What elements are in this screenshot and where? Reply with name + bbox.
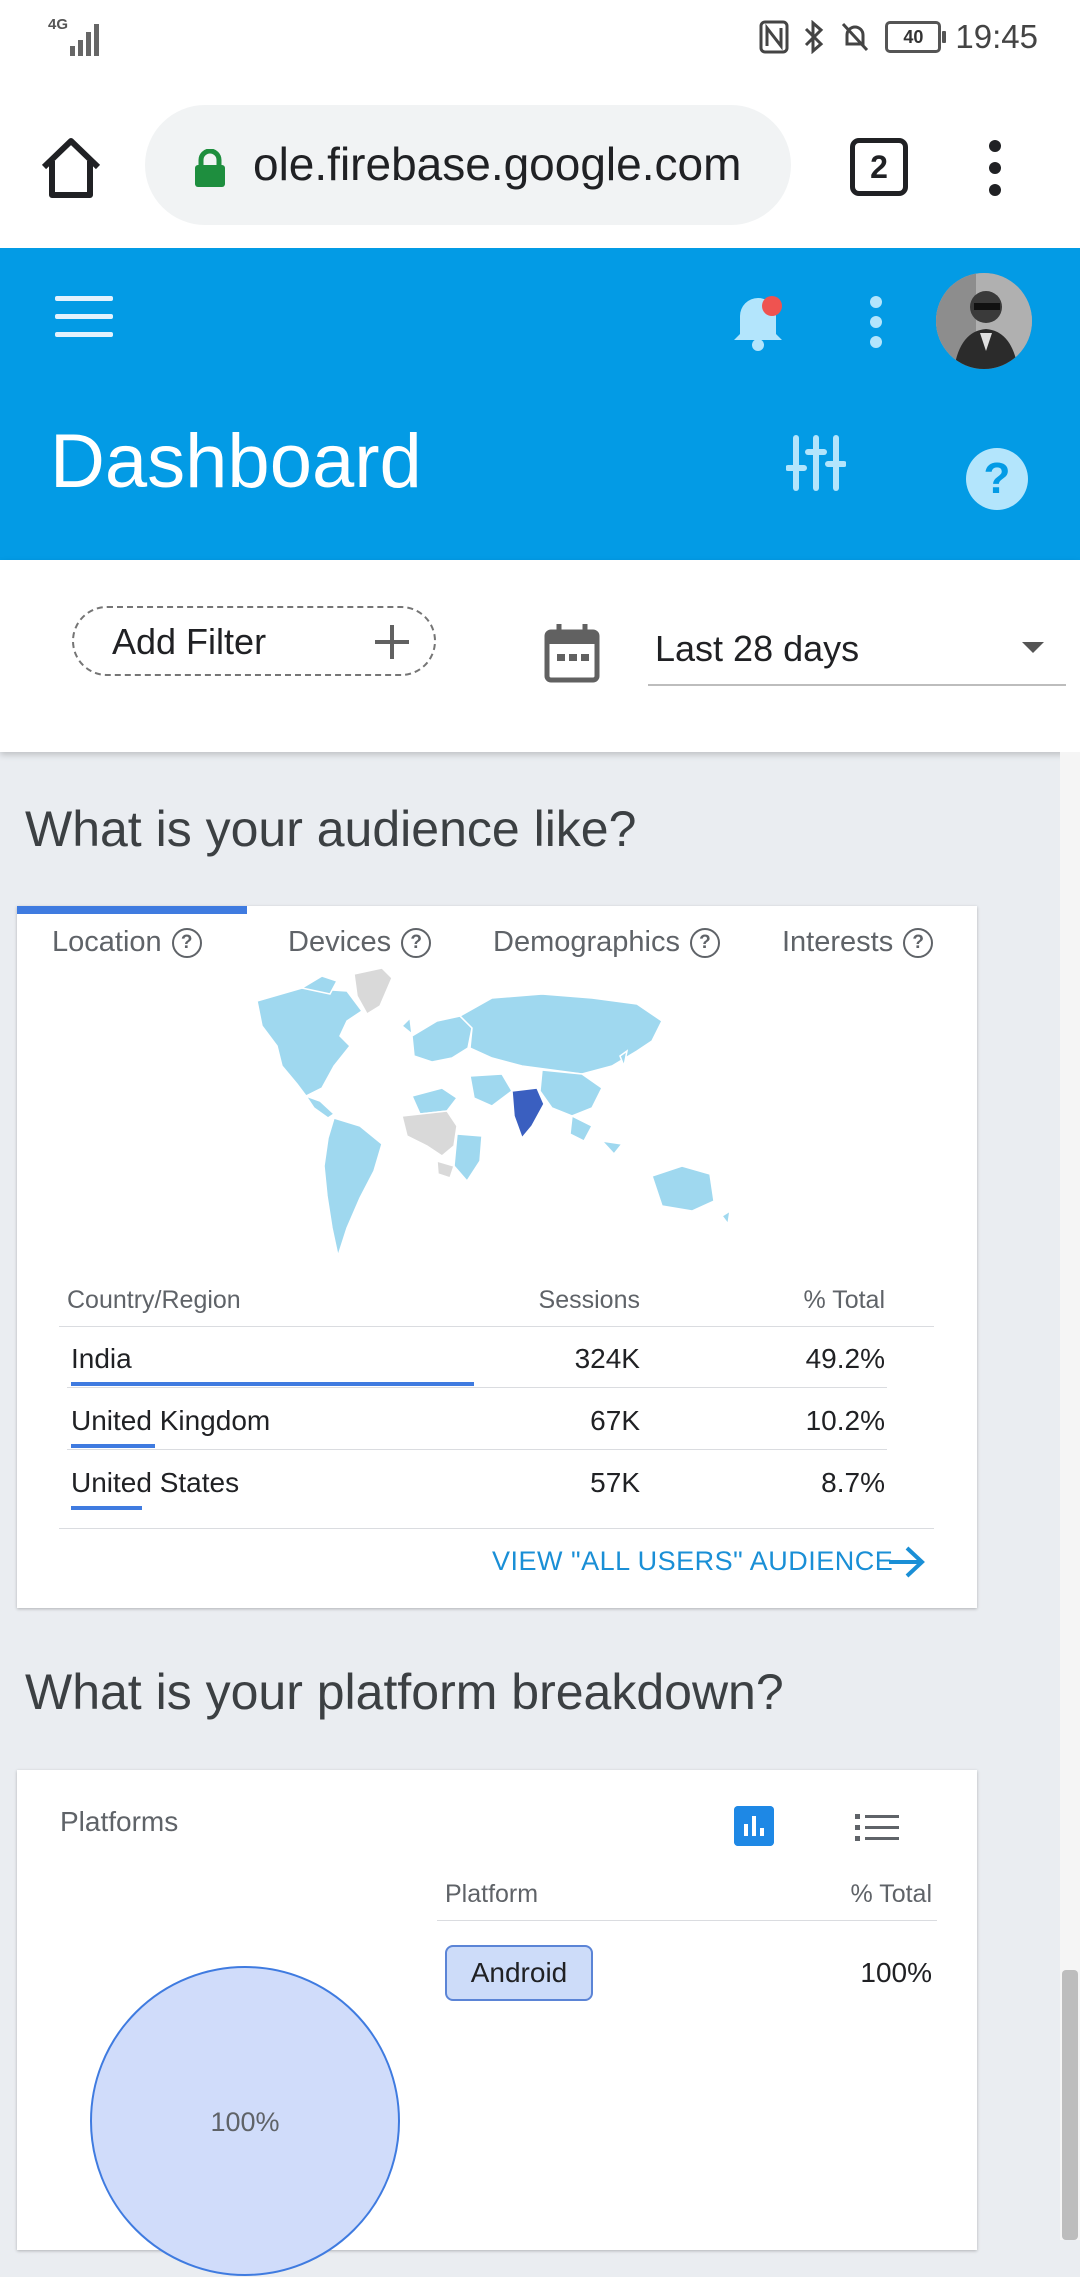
map-country-india: [511, 1087, 545, 1140]
lock-icon: [195, 149, 225, 187]
tab-location-label: Location: [52, 926, 162, 958]
scrollbar-thumb[interactable]: [1062, 1970, 1078, 2240]
audience-card: Location ? Devices ? Demographics ? Inte…: [17, 906, 977, 1608]
avatar[interactable]: [936, 273, 1032, 369]
chevron-down-icon: [1022, 642, 1044, 653]
customize-icon[interactable]: [786, 432, 846, 492]
country-cell: United States: [71, 1467, 240, 1498]
plus-icon: [375, 625, 409, 659]
help-circle-icon[interactable]: ?: [903, 927, 934, 958]
platform-pct-cell: 100%: [860, 1957, 932, 1988]
pct-cell: 10.2%: [805, 1405, 885, 1436]
notification-badge: [762, 296, 782, 316]
bluetooth-icon: [805, 20, 824, 54]
tab-interests-label: Interests: [782, 926, 894, 958]
world-map[interactable]: [242, 966, 772, 1266]
browser-toolbar: ole.firebase.google.com 2: [0, 80, 1080, 248]
active-tab-indicator: [17, 906, 247, 914]
col-header-sessions[interactable]: Sessions: [537, 1286, 640, 1315]
share-bar: [71, 1382, 474, 1386]
divider: [67, 1449, 887, 1450]
date-range-select[interactable]: Last 28 days: [648, 616, 1066, 686]
platform-chip-android[interactable]: Android: [445, 1945, 593, 2001]
tab-devices[interactable]: Devices ?: [288, 926, 432, 959]
bar-chart-icon[interactable]: [734, 1806, 774, 1846]
help-icon[interactable]: ?: [966, 448, 1028, 510]
help-circle-icon[interactable]: ?: [171, 927, 202, 958]
add-filter-label: Add Filter: [112, 621, 267, 662]
platform-heading: What is your platform breakdown?: [25, 1664, 784, 1720]
help-circle-icon[interactable]: ?: [689, 927, 720, 958]
tab-location[interactable]: Location ?: [52, 926, 202, 959]
home-icon[interactable]: [38, 135, 104, 201]
help-circle-icon[interactable]: ?: [401, 927, 432, 958]
app-header: Dashboard ?: [0, 248, 1080, 560]
status-bar: 4G 40 19:45: [0, 0, 1080, 80]
browser-menu-icon[interactable]: [980, 138, 1010, 198]
col-header-pct-total[interactable]: % Total: [777, 1286, 885, 1315]
sessions-cell: 324K: [574, 1343, 640, 1374]
tab-demographics[interactable]: Demographics ?: [493, 926, 720, 959]
share-bar: [71, 1506, 142, 1510]
address-bar[interactable]: ole.firebase.google.com: [145, 105, 791, 225]
filter-bar: Add Filter Last 28 days: [0, 560, 1080, 752]
col-header-country[interactable]: Country/Region: [67, 1286, 241, 1315]
url-text: ole.firebase.google.com: [253, 138, 742, 190]
divider: [437, 1920, 937, 1921]
tab-devices-label: Devices: [288, 926, 392, 958]
mute-bell-icon: [842, 22, 869, 52]
sessions-cell: 57K: [590, 1467, 640, 1498]
country-cell: India: [71, 1343, 132, 1374]
tab-switcher-button[interactable]: 2: [850, 138, 908, 196]
menu-icon[interactable]: [55, 296, 113, 340]
tab-demographics-label: Demographics: [493, 926, 680, 958]
network-type: 4G: [48, 16, 69, 33]
platform-card-title: Platforms: [60, 1806, 179, 1837]
divider: [67, 1387, 887, 1388]
notifications-icon[interactable]: [728, 288, 788, 352]
tab-interests[interactable]: Interests ?: [782, 926, 934, 959]
date-range-value: Last 28 days: [655, 628, 860, 669]
calendar-icon[interactable]: [543, 622, 601, 684]
add-filter-button[interactable]: Add Filter: [72, 606, 436, 676]
platform-pie-chart[interactable]: 100%: [89, 1965, 401, 2277]
pct-cell: 8.7%: [821, 1467, 885, 1498]
battery-icon: 40: [885, 21, 947, 53]
signal-icon: [70, 24, 99, 56]
more-options-icon[interactable]: [866, 296, 886, 348]
clock: 19:45: [955, 18, 1038, 55]
col-header-platform[interactable]: Platform: [445, 1880, 538, 1909]
country-cell: United Kingdom: [71, 1405, 271, 1436]
list-view-icon[interactable]: [855, 1810, 899, 1846]
platform-card: Platforms Platform % Total Android 100% …: [17, 1770, 977, 2276]
divider: [59, 1528, 934, 1529]
share-bar: [71, 1444, 155, 1448]
arrow-right-icon[interactable]: [887, 1544, 927, 1580]
page-title: Dashboard: [50, 419, 422, 504]
nfc-icon: [759, 20, 789, 54]
col-header-pct-total[interactable]: % Total: [850, 1880, 932, 1909]
audience-heading: What is your audience like?: [25, 801, 637, 857]
view-all-users-audience-link[interactable]: VIEW "ALL USERS" AUDIENCE: [492, 1546, 893, 1577]
pct-cell: 49.2%: [805, 1343, 885, 1374]
sessions-cell: 67K: [590, 1405, 640, 1436]
pie-label: 100%: [210, 2107, 279, 2137]
divider: [59, 1326, 934, 1327]
